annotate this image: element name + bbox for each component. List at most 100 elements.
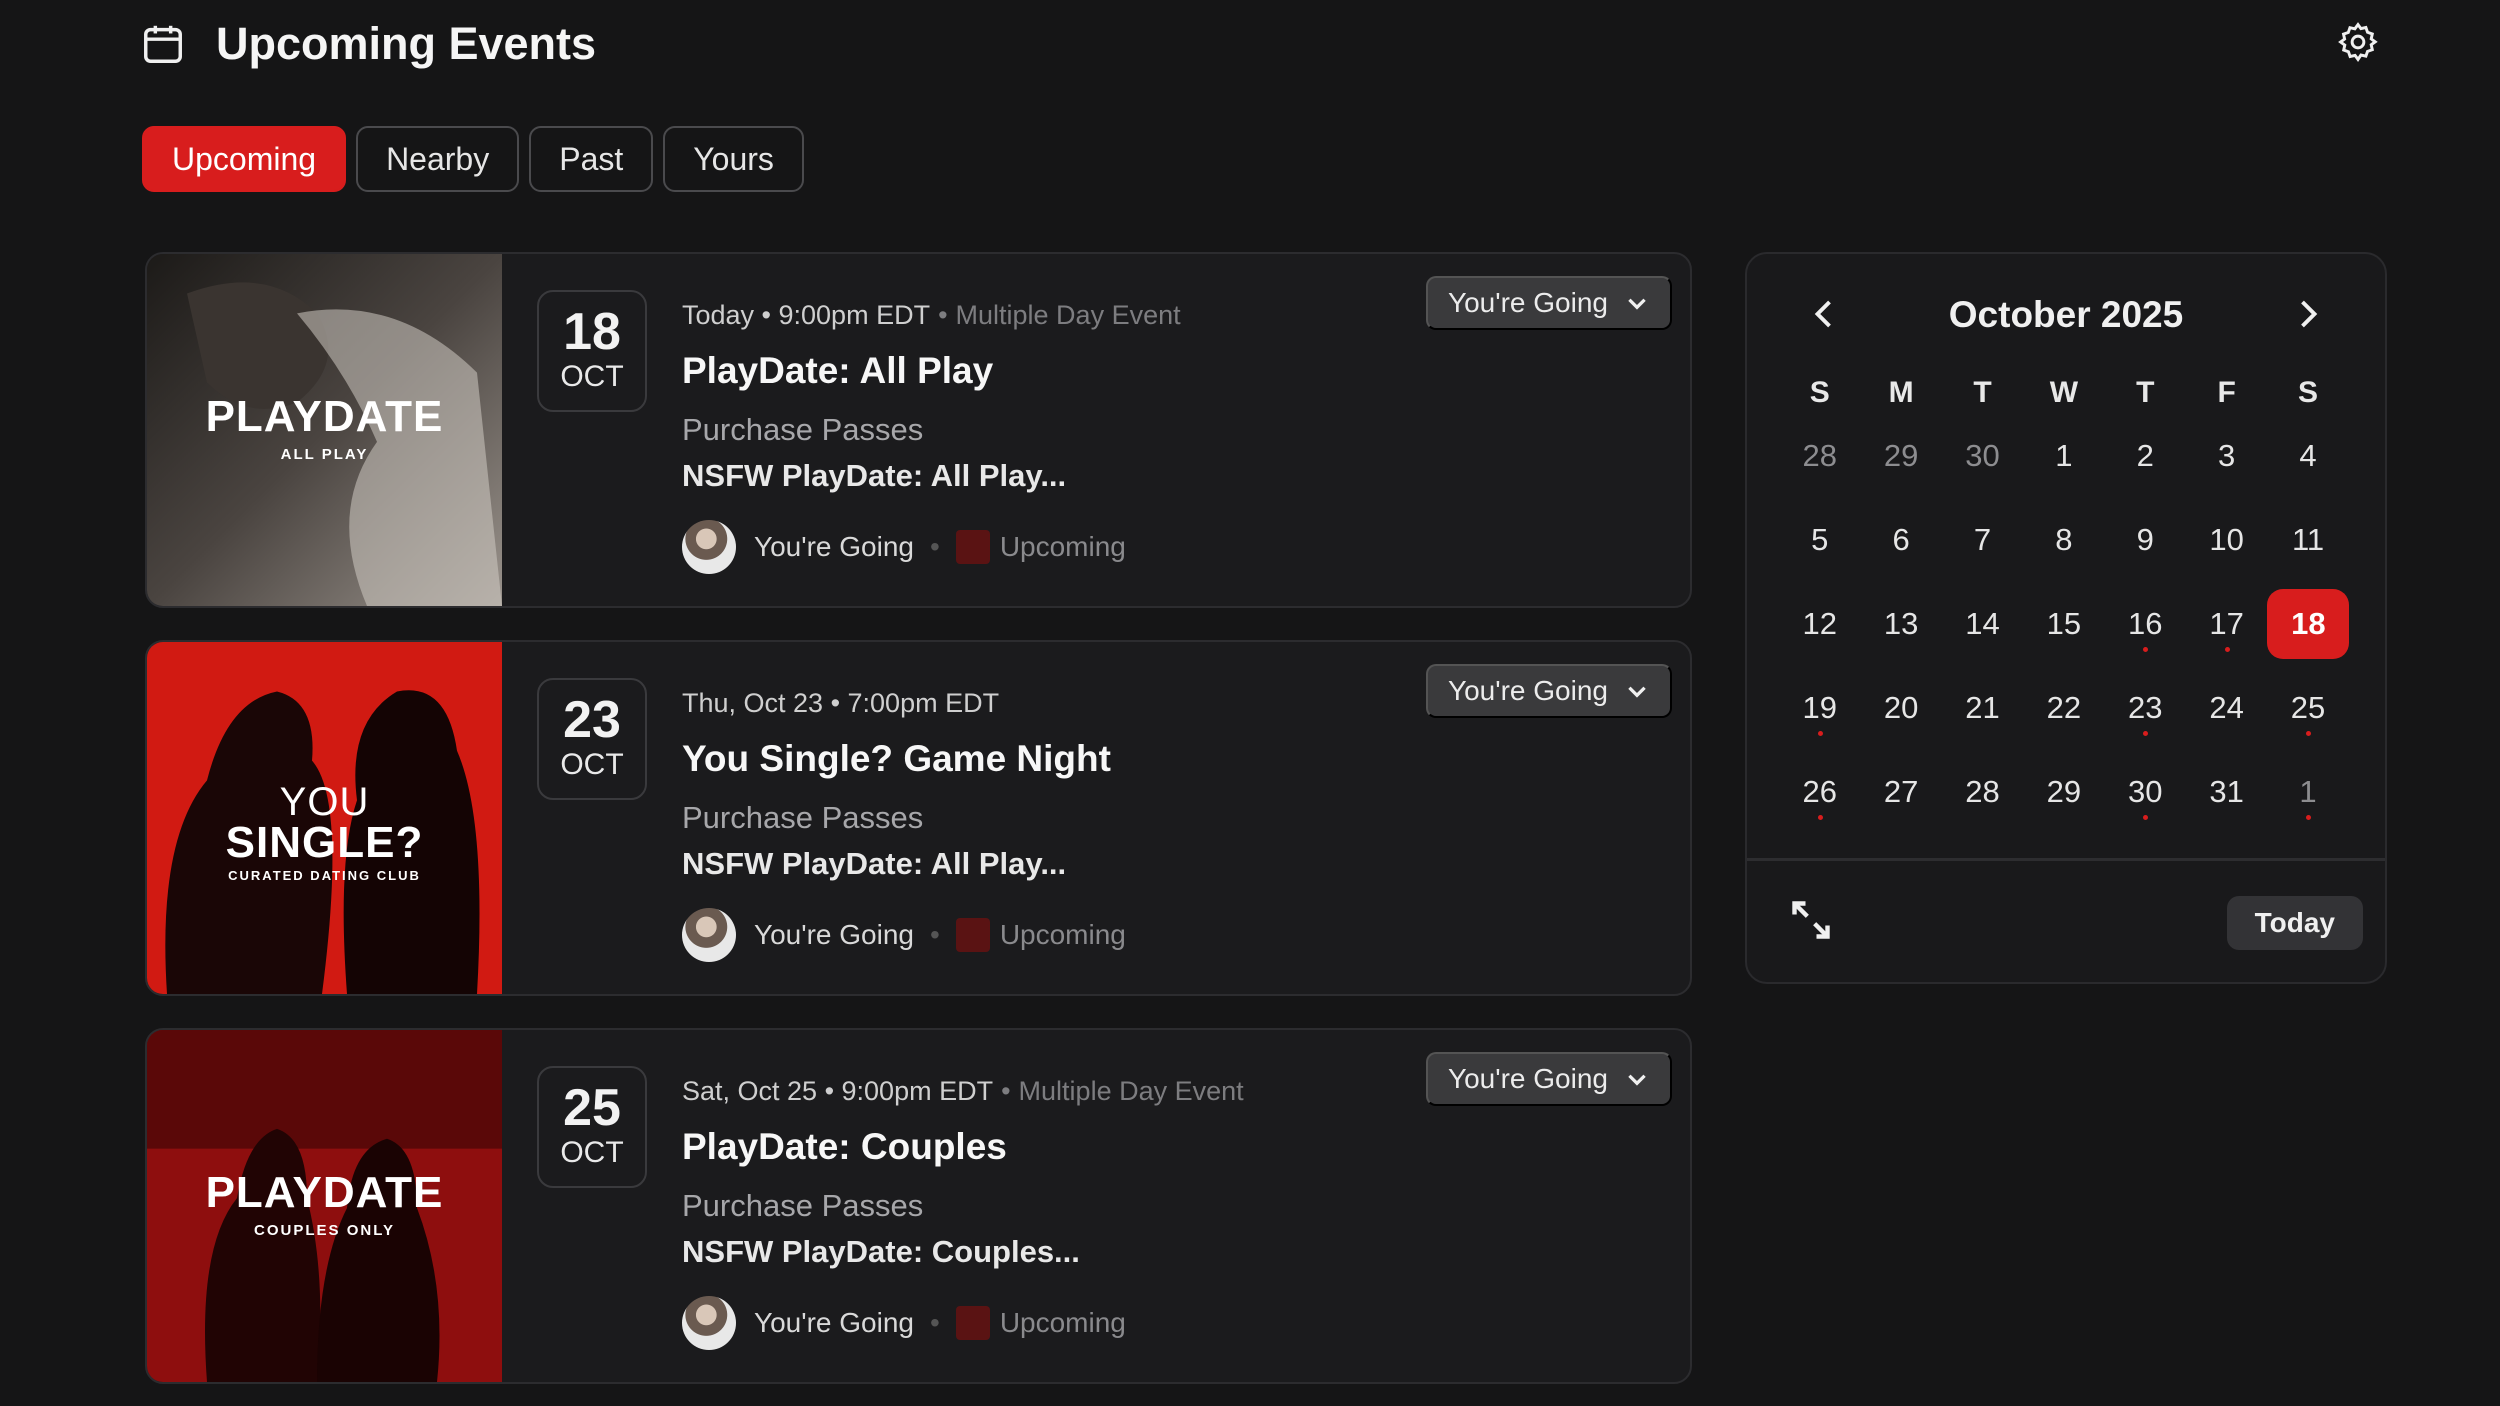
calendar-day[interactable]: 3 — [2186, 414, 2267, 498]
calendar-day[interactable]: 24 — [2186, 666, 2267, 750]
event-footer: You're Going • Upcoming — [682, 908, 1126, 962]
event-list: PLAYDATE ALL PLAY 18 OCT Today • 9:00pm … — [145, 252, 1692, 1406]
weekday-label: W — [2049, 376, 2079, 409]
event-card[interactable]: PLAYDATE ALL PLAY 18 OCT Today • 9:00pm … — [145, 252, 1692, 608]
event-info: Today • 9:00pm EDT • Multiple Day Event Pl… — [682, 300, 1181, 574]
calendar-day-number: 23 — [2128, 690, 2163, 725]
calendar-day[interactable]: 19 — [1779, 666, 1860, 750]
calendar-day-number: 29 — [2046, 774, 2082, 809]
expand-icon[interactable] — [1789, 898, 1833, 942]
calendar-day[interactable]: 30 — [2105, 750, 2186, 834]
calendar-day[interactable]: 10 — [2186, 498, 2267, 582]
event-state: Upcoming — [999, 531, 1126, 562]
calendar-day[interactable]: 8 — [2023, 498, 2104, 582]
calendar-day[interactable]: 9 — [2105, 498, 2186, 582]
calendar-day-number: 26 — [1802, 774, 1837, 809]
tab-past[interactable]: Past — [529, 126, 654, 192]
calendar-day[interactable]: 1 — [2267, 750, 2348, 834]
calendar-day[interactable]: 26 — [1779, 750, 1860, 834]
event-mini-thumbnail — [955, 1306, 990, 1340]
chevron-down-icon — [1628, 1074, 1646, 1086]
chevron-down-icon — [1628, 298, 1646, 310]
purchase-passes-link[interactable]: Purchase Passes — [682, 1188, 1244, 1224]
purchase-passes-link[interactable]: Purchase Passes — [682, 800, 1126, 836]
calendar-day[interactable]: 7 — [1942, 498, 2023, 582]
event-mini-thumbnail — [955, 530, 990, 564]
event-title[interactable]: PlayDate: Couples — [682, 1126, 1244, 1168]
calendar-day[interactable]: 30 — [1942, 414, 2023, 498]
calendar-day-number: 7 — [1973, 522, 1992, 557]
event-card[interactable]: YOU SINGLE? CURATED DATING CLUB 23 OCT T… — [145, 640, 1692, 996]
calendar-day-number: 30 — [1965, 438, 2000, 473]
event-date-badge: 18 OCT — [537, 290, 647, 412]
purchase-passes-link[interactable]: Purchase Passes — [682, 412, 1181, 448]
calendar-day-selected[interactable]: 18 — [2267, 582, 2350, 666]
calendar-day-number: 29 — [1883, 438, 1919, 473]
rsvp-dropdown[interactable]: You're Going — [1426, 276, 1672, 330]
multi-day-label: Multiple Day Event — [955, 300, 1181, 330]
page-title: Upcoming Events — [216, 18, 597, 69]
event-datetime: Sat, Oct 25 • 9:00pm EDT — [682, 1076, 994, 1106]
event-info: Thu, Oct 23 • 7:00pm EDT You Single? Gam… — [682, 688, 1126, 962]
calendar-day-number: 19 — [1802, 690, 1837, 725]
calendar-day[interactable]: 15 — [2023, 582, 2104, 666]
calendar-day[interactable]: 12 — [1779, 582, 1860, 666]
chevron-right-icon[interactable] — [2289, 296, 2325, 332]
calendar-day[interactable]: 5 — [1779, 498, 1860, 582]
calendar-day[interactable]: 1 — [2023, 414, 2104, 498]
calendar-day[interactable]: 20 — [1860, 666, 1941, 750]
calendar-day[interactable]: 21 — [1942, 666, 2023, 750]
event-title[interactable]: You Single? Game Night — [682, 738, 1126, 780]
calendar-day[interactable]: 28 — [1942, 750, 2023, 834]
tab-yours[interactable]: Yours — [663, 126, 804, 192]
event-month: OCT — [560, 1136, 624, 1169]
separator: • — [930, 1307, 940, 1338]
rsvp-dropdown[interactable]: You're Going — [1426, 1052, 1672, 1106]
rsvp-label: You're Going — [1448, 675, 1608, 706]
calendar-day[interactable]: 28 — [1779, 414, 1860, 498]
calendar-day-number: 16 — [2128, 606, 2163, 641]
thumbnail-subtitle: COUPLES ONLY — [254, 1222, 395, 1239]
event-title[interactable]: PlayDate: All Play — [682, 350, 1181, 392]
calendar-day[interactable]: 6 — [1860, 498, 1941, 582]
calendar-day[interactable]: 29 — [2023, 750, 2104, 834]
calendar-day[interactable]: 14 — [1942, 582, 2023, 666]
avatar — [682, 908, 736, 962]
calendar-day-number: 21 — [1965, 690, 2000, 725]
weekday-label: M — [1888, 376, 1914, 409]
calendar-day[interactable]: 31 — [2186, 750, 2267, 834]
calendar-day-number: 31 — [2209, 774, 2244, 809]
attendance-status: You're Going — [754, 531, 914, 562]
calendar-day[interactable]: 17 — [2186, 582, 2267, 666]
event-date-badge: 25 OCT — [537, 1066, 647, 1188]
calendar-day-number: 2 — [2136, 438, 2154, 473]
rsvp-dropdown[interactable]: You're Going — [1426, 664, 1672, 718]
thumbnail-title: PLAYDATE — [205, 392, 444, 441]
calendar-day[interactable]: 29 — [1860, 414, 1941, 498]
event-mini-thumbnail — [955, 918, 990, 952]
divider — [1747, 858, 2385, 861]
calendar-day-number: 8 — [2055, 522, 2073, 557]
today-button[interactable]: Today — [2226, 896, 2363, 950]
event-meta: Thu, Oct 23 • 7:00pm EDT — [682, 688, 1126, 722]
calendar-day[interactable]: 13 — [1860, 582, 1941, 666]
thumbnail-subtitle: ALL PLAY — [280, 446, 369, 463]
calendar-day[interactable]: 25 — [2267, 666, 2348, 750]
calendar-day[interactable]: 23 — [2105, 666, 2186, 750]
calendar-day-number: 13 — [1883, 606, 1919, 641]
tab-upcoming[interactable]: Upcoming — [142, 126, 347, 192]
calendar-day-number: 27 — [1883, 774, 1919, 809]
separator: • — [930, 531, 940, 562]
calendar-day[interactable]: 4 — [2267, 414, 2348, 498]
event-month: OCT — [560, 360, 624, 393]
calendar-day[interactable]: 22 — [2023, 666, 2104, 750]
calendar-day[interactable]: 2 — [2105, 414, 2186, 498]
calendar-day-number: 20 — [1883, 690, 1919, 725]
calendar-day[interactable]: 27 — [1860, 750, 1941, 834]
weekday-label: S — [2298, 376, 2319, 409]
calendar-day[interactable]: 16 — [2105, 582, 2186, 666]
gear-icon[interactable] — [2336, 20, 2380, 64]
tab-nearby[interactable]: Nearby — [356, 126, 520, 192]
calendar-day[interactable]: 11 — [2267, 498, 2348, 582]
event-card[interactable]: PLAYDATE COUPLES ONLY 25 OCT Sat, Oct 25… — [145, 1028, 1692, 1384]
